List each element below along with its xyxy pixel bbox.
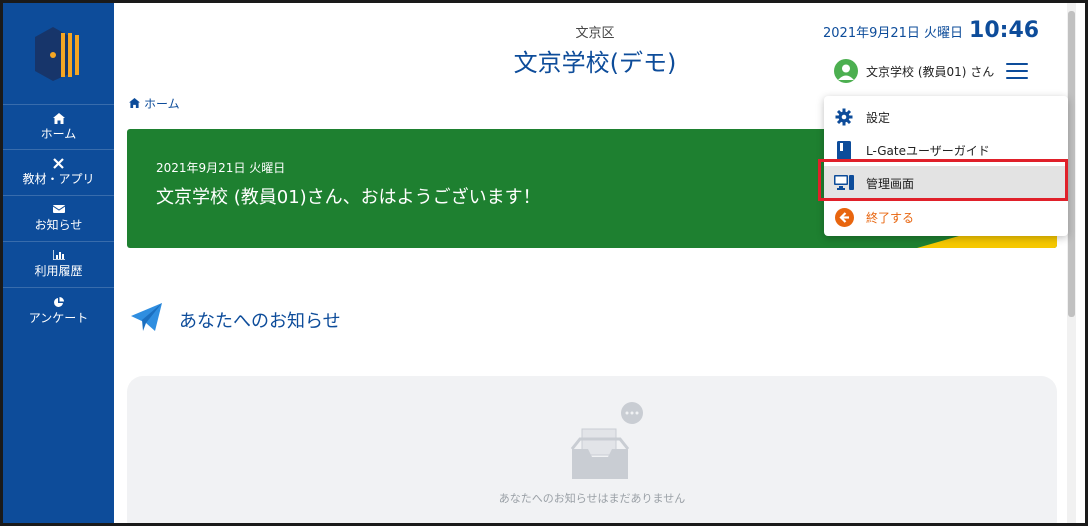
avatar[interactable] <box>834 59 858 83</box>
sidebar-item-label: アンケート <box>28 310 89 325</box>
notices-panel: あなたへのお知らせはまだありません <box>127 376 1057 523</box>
menu-item-user-guide[interactable]: L-Gateユーザーガイド <box>824 133 1068 167</box>
scrollbar[interactable] <box>1067 3 1076 523</box>
menu-item-label: 管理画面 <box>866 176 915 191</box>
sidebar-nav: ホーム 教材・アプリ お知らせ 利用履歴 アンケート <box>3 104 114 334</box>
current-date: 2021年9月21日 火曜日 <box>823 26 964 41</box>
menu-item-admin[interactable]: 管理画面 <box>824 166 1068 200</box>
menu-item-label: 設定 <box>866 110 891 125</box>
empty-message: あなたへのお知らせはまだありません <box>498 492 686 505</box>
menu-item-exit[interactable]: 終了する <box>824 200 1068 234</box>
sidebar-item-history[interactable]: 利用履歴 <box>3 242 114 288</box>
app-window: ホーム 教材・アプリ お知らせ 利用履歴 アンケート 文京区 文京学校(デモ) … <box>3 3 1085 523</box>
current-datetime: 2021年9月21日 火曜日 10:46 <box>823 18 1039 43</box>
home-icon <box>129 97 140 111</box>
pie-chart-icon <box>53 296 64 310</box>
monitor-icon <box>834 173 854 193</box>
sidebar-item-home[interactable]: ホーム <box>3 104 114 150</box>
exit-icon <box>834 207 854 227</box>
current-time: 10:46 <box>969 18 1040 43</box>
sidebar-item-survey[interactable]: アンケート <box>3 288 114 334</box>
sidebar-item-label: お知らせ <box>34 218 83 232</box>
home-icon <box>52 112 65 126</box>
breadcrumb-home-link[interactable]: ホーム <box>144 95 180 112</box>
menu-item-label: L-Gateユーザーガイド <box>866 143 990 158</box>
sidebar-item-notices[interactable]: お知らせ <box>3 196 114 242</box>
user-menu: 文京学校 (教員01) さん <box>834 59 1029 83</box>
gear-icon <box>834 107 854 127</box>
banner-greeting: 文京学校 (教員01)さん、おはようございます！ <box>156 187 541 208</box>
scrollbar-thumb[interactable] <box>1068 11 1075 317</box>
notices-header: あなたへのお知らせ <box>131 303 341 337</box>
paper-plane-icon <box>131 303 163 337</box>
menu-item-settings[interactable]: 設定 <box>824 100 1068 134</box>
main-content: 文京区 文京学校(デモ) 2021年9月21日 火曜日 10:46 文京学校 (… <box>114 3 1076 523</box>
close-icon <box>53 158 64 171</box>
app-logo[interactable] <box>31 25 87 83</box>
sidebar: ホーム 教材・アプリ お知らせ 利用履歴 アンケート <box>3 3 114 523</box>
breadcrumb: ホーム <box>129 95 180 112</box>
banner-date: 2021年9月21日 火曜日 <box>156 161 286 175</box>
envelope-icon <box>52 204 65 217</box>
menu-item-label: 終了する <box>866 210 915 225</box>
user-dropdown-menu: 設定 L-Gateユーザーガイド 管理画面 終了する <box>824 96 1068 236</box>
book-icon <box>834 140 854 160</box>
notices-title: あなたへのお知らせ <box>179 311 341 332</box>
menu-icon[interactable] <box>1006 63 1029 79</box>
bar-chart-icon <box>51 250 65 263</box>
inbox-empty-icon <box>558 401 648 481</box>
sidebar-item-label: 利用履歴 <box>34 264 83 278</box>
sidebar-item-label: ホーム <box>40 126 77 141</box>
sidebar-item-materials[interactable]: 教材・アプリ <box>3 150 114 196</box>
sidebar-item-label: 教材・アプリ <box>22 172 95 186</box>
user-name: 文京学校 (教員01) さん <box>866 64 995 79</box>
